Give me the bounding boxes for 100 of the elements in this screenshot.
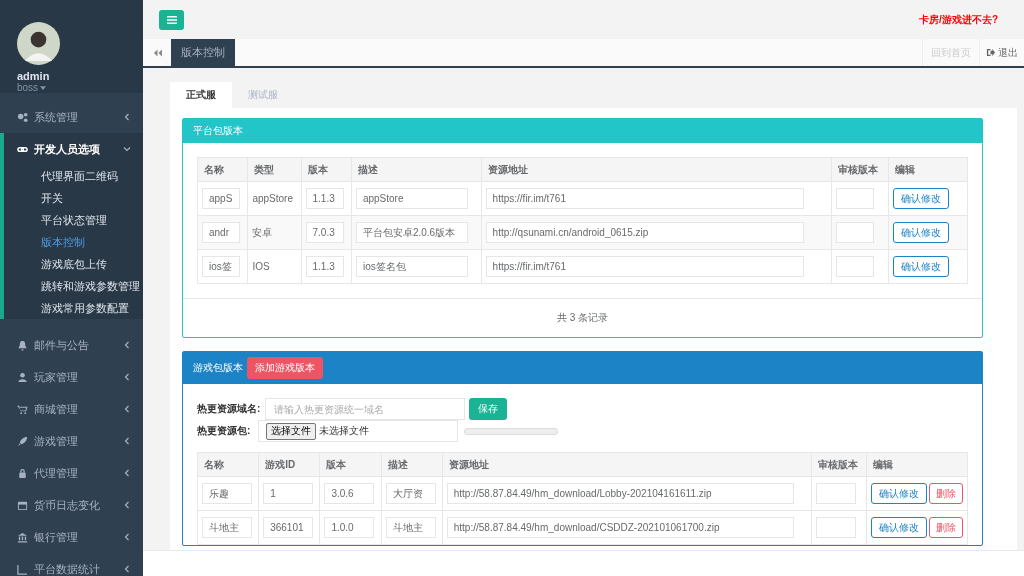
bank-icon: [17, 531, 28, 543]
menu-item[interactable]: 商城管理: [0, 393, 143, 425]
table-cell: IOS: [247, 249, 302, 284]
caret-icon: [40, 85, 47, 90]
column-header: 名称: [197, 452, 259, 477]
menu-item[interactable]: 平台数据统计: [0, 553, 143, 576]
chevron-down-icon: [123, 145, 131, 153]
url-field[interactable]: http://qsunami.cn/android_0615.zip: [485, 222, 804, 243]
chevron-left-icon: [123, 437, 131, 445]
description-field[interactable]: appStore: [355, 188, 468, 209]
version-field[interactable]: 1.1.3: [305, 256, 344, 277]
chevron-left-icon: [123, 113, 131, 121]
gears-icon: [17, 111, 28, 123]
submenu-item[interactable]: 开关: [4, 187, 143, 209]
review-version-field[interactable]: [836, 188, 875, 209]
review-version-field[interactable]: [816, 483, 856, 504]
column-header: 资源地址: [481, 157, 832, 182]
user-name: admin: [17, 70, 50, 82]
file-field[interactable]: 选择文件 未选择文件: [258, 420, 458, 442]
url-field[interactable]: http://58.87.84.49/hm_download/CSDDZ-202101061700.zip: [446, 517, 794, 538]
name-field[interactable]: appS: [202, 188, 240, 209]
chevron-left-icon: [123, 533, 131, 541]
delete-button[interactable]: 删除: [929, 517, 963, 538]
record-count: 共 3 条记录: [183, 298, 982, 337]
field-label: 热更资源域名:: [197, 402, 261, 416]
description-field[interactable]: 平台包安卓2.0.6版本: [355, 222, 468, 243]
file-status: 未选择文件: [319, 424, 369, 438]
url-field[interactable]: https://fir.im/t761: [485, 256, 804, 277]
url-field[interactable]: http://58.87.84.49/hm_download/Lobby-202104161611.zip: [446, 483, 794, 504]
column-header: 类型: [247, 157, 302, 182]
menu-item[interactable]: 货币日志变化: [0, 489, 143, 521]
table-cell: 安卓: [247, 215, 302, 250]
cart-icon: [17, 403, 28, 415]
field-label: 热更资源包:: [197, 424, 252, 438]
logout-icon: [986, 48, 995, 57]
chevron-left-icon: [123, 501, 131, 509]
column-header: 版本: [301, 157, 352, 182]
menu-item[interactable]: 游戏管理: [0, 425, 143, 457]
chevron-left-icon: [123, 341, 131, 349]
game-id-field[interactable]: 366101: [263, 517, 314, 538]
name-field[interactable]: 斗地主: [202, 517, 252, 538]
choose-file-button[interactable]: 选择文件: [266, 422, 316, 440]
menu-item[interactable]: 邮件与公告: [0, 329, 143, 361]
submenu-item[interactable]: 跳转和游戏参数管理: [4, 275, 143, 297]
description-field[interactable]: ios签名包: [355, 256, 468, 277]
game-id-field[interactable]: 1: [263, 483, 314, 504]
submenu-item[interactable]: 代理界面二维码: [4, 165, 143, 187]
user-icon: [17, 371, 28, 383]
bell-icon: [17, 339, 28, 351]
delete-button[interactable]: 删除: [929, 483, 963, 504]
column-header: 描述: [381, 452, 443, 477]
column-header: 审核版本: [831, 157, 889, 182]
menu-button[interactable]: [159, 9, 184, 30]
column-header: 编辑: [866, 452, 968, 477]
column-header: 名称: [197, 157, 248, 182]
menu-item[interactable]: 银行管理: [0, 521, 143, 553]
alert-link[interactable]: 卡房/游戏进不去?: [919, 12, 998, 27]
version-field[interactable]: 1.1.3: [305, 188, 344, 209]
double-left-icon: [152, 48, 162, 57]
version-field[interactable]: 3.0.6: [324, 483, 375, 504]
name-field[interactable]: andr: [202, 222, 240, 243]
name-field[interactable]: 乐趣: [202, 483, 252, 504]
confirm-button[interactable]: 确认修改: [893, 222, 949, 243]
submenu-item[interactable]: 平台状态管理: [4, 209, 143, 231]
name-field[interactable]: ios签: [202, 256, 240, 277]
column-header: 审核版本: [811, 452, 867, 477]
avatar: [17, 22, 60, 65]
column-header: 资源地址: [442, 452, 812, 477]
submenu-item[interactable]: 游戏常用参数配置: [4, 297, 143, 319]
menu-item[interactable]: 玩家管理: [0, 361, 143, 393]
description-field[interactable]: 斗地主: [385, 517, 436, 538]
menu-item[interactable]: 代理管理: [0, 457, 143, 489]
chevron-left-icon: [123, 373, 131, 381]
role-dropdown[interactable]: boss: [17, 82, 47, 93]
add-version-button[interactable]: 添加游戏版本: [247, 357, 323, 379]
chevron-left-icon: [123, 405, 131, 413]
page-tab[interactable]: 版本控制: [171, 39, 235, 66]
confirm-button[interactable]: 确认修改: [893, 256, 949, 277]
submenu-item[interactable]: 游戏底包上传: [4, 253, 143, 275]
server-tab[interactable]: 正式服: [170, 82, 232, 108]
description-field[interactable]: 大厅资: [385, 483, 436, 504]
lock-icon: [17, 467, 28, 479]
column-header: 编辑: [888, 157, 968, 182]
review-version-field[interactable]: [836, 256, 875, 277]
version-field[interactable]: 1.0.0: [324, 517, 375, 538]
column-header: 游戏ID: [258, 452, 320, 477]
confirm-button[interactable]: 确认修改: [893, 188, 949, 209]
confirm-button[interactable]: 确认修改: [871, 483, 927, 504]
calendar-icon: [17, 499, 28, 511]
confirm-button[interactable]: 确认修改: [871, 517, 927, 538]
menu-item[interactable]: 开发人员选项: [4, 133, 143, 165]
submenu-item[interactable]: 版本控制: [4, 231, 143, 253]
menu-item[interactable]: 系统管理: [0, 101, 143, 133]
column-header: 描述: [351, 157, 482, 182]
review-version-field[interactable]: [836, 222, 875, 243]
version-field[interactable]: 7.0.3: [305, 222, 344, 243]
review-version-field[interactable]: [816, 517, 856, 538]
chevron-left-icon: [123, 469, 131, 477]
url-field[interactable]: https://fir.im/t761: [485, 188, 804, 209]
panel-title: 游戏包版本: [193, 361, 243, 375]
